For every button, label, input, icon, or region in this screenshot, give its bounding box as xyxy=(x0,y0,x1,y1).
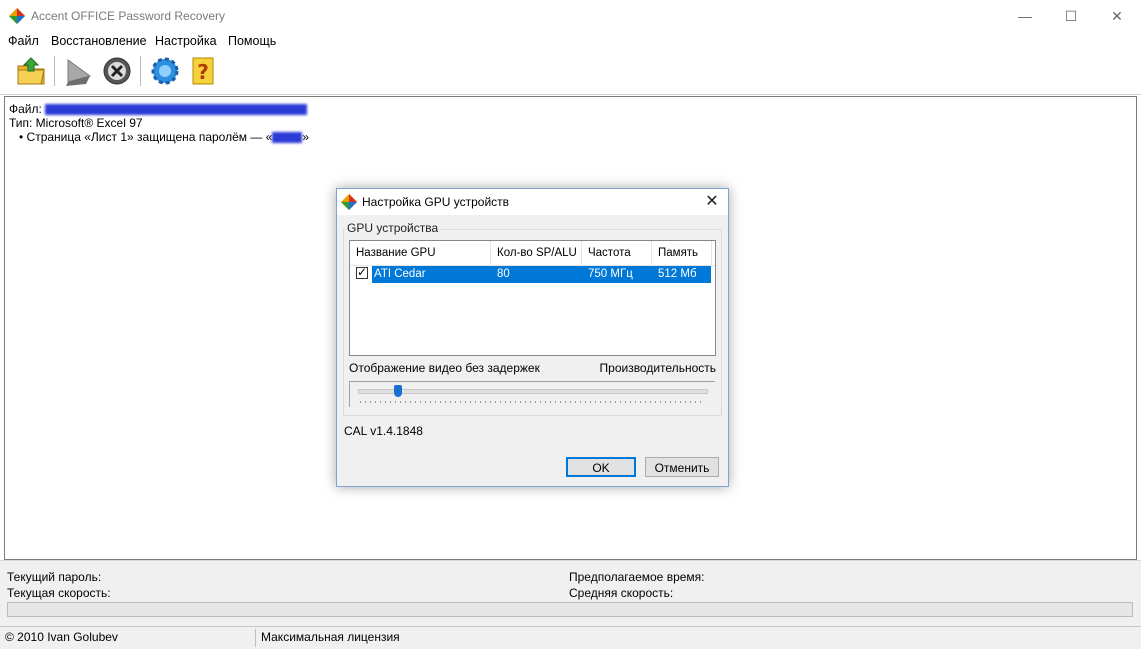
menu-bar: Файл Восстановление Настройка Помощь xyxy=(0,32,1141,50)
check-mark-icon: ✓ xyxy=(357,265,368,279)
window-title: Accent OFFICE Password Recovery xyxy=(31,9,226,23)
copyright-text: © 2010 Ivan Golubev xyxy=(5,630,118,644)
progress-bar xyxy=(7,602,1133,617)
slider-thumb[interactable] xyxy=(394,385,403,397)
toolbar-separator xyxy=(140,56,142,86)
open-folder-icon[interactable] xyxy=(14,54,48,88)
redacted-password xyxy=(272,132,303,144)
performance-slider[interactable] xyxy=(349,381,715,407)
column-sp-alu[interactable]: Кол-во SP/ALU xyxy=(491,241,582,265)
status-bar: © 2010 Ivan Golubev Максимальная лицензи… xyxy=(0,626,1141,649)
app-logo-icon xyxy=(9,8,25,24)
gpu-devices-group-label: GPU устройства xyxy=(345,221,441,235)
table-row[interactable]: ATI Cedar 80 750 МГц 512 Мб xyxy=(350,266,711,283)
dialog-close-button[interactable]: ✕ xyxy=(702,192,722,212)
redacted-file-path xyxy=(45,104,308,116)
column-frequency[interactable]: Частота xyxy=(582,241,652,265)
dialog-title-bar: Настройка GPU устройств ✕ xyxy=(337,189,728,215)
license-text: Максимальная лицензия xyxy=(261,630,400,644)
estimated-time-label: Предполагаемое время: xyxy=(569,570,705,584)
dialog-title: Настройка GPU устройств xyxy=(362,195,510,209)
gpu-name-cell: ATI Cedar xyxy=(374,268,426,280)
menu-help[interactable]: Помощь xyxy=(228,34,276,48)
slider-ticks xyxy=(360,401,704,403)
maximize-button[interactable]: ☐ xyxy=(1048,0,1094,32)
slider-left-label: Отображение видео без задержек xyxy=(349,361,540,375)
close-button[interactable]: ✕ xyxy=(1094,0,1140,32)
file-type-line: Тип: Microsoft® Excel 97 xyxy=(9,116,143,130)
gpu-memory-cell: 512 Мб xyxy=(658,268,697,280)
app-logo-icon xyxy=(341,194,357,210)
toolbar-separator xyxy=(54,56,56,86)
statusbar-divider xyxy=(255,629,256,647)
settings-gear-icon[interactable] xyxy=(148,54,182,88)
gpu-settings-dialog: Настройка GPU устройств ✕ GPU устройства… xyxy=(336,188,729,487)
sheet-protection-prefix: • Страница «Лист 1» защищена паролём — « xyxy=(19,130,273,144)
gpu-list-header: Название GPU Кол-во SP/ALU Частота Памят… xyxy=(350,241,715,266)
menu-settings[interactable]: Настройка xyxy=(155,34,217,48)
gpu-list[interactable]: Название GPU Кол-во SP/ALU Частота Памят… xyxy=(349,240,716,356)
play-icon[interactable] xyxy=(62,54,96,88)
current-speed-label: Текущая скорость: xyxy=(7,586,111,600)
svg-text:?: ? xyxy=(197,60,209,84)
cal-version: CAL v1.4.1848 xyxy=(344,424,423,438)
sheet-protection-line: • Страница «Лист 1» защищена паролём — «… xyxy=(19,130,309,144)
cancel-button[interactable]: Отменить xyxy=(645,457,719,477)
ok-button[interactable]: OK xyxy=(566,457,636,477)
gpu-enable-checkbox[interactable]: ✓ xyxy=(356,265,368,279)
file-line: Файл: xyxy=(9,102,308,116)
slider-right-label: Производительность xyxy=(599,361,716,375)
column-memory[interactable]: Память xyxy=(652,241,712,265)
sheet-protection-suffix: » xyxy=(302,130,310,144)
toolbar: ? xyxy=(0,50,1141,95)
column-gpu-name[interactable]: Название GPU xyxy=(350,241,491,265)
minimize-button[interactable]: — xyxy=(1002,0,1048,32)
gpu-frequency-cell: 750 МГц xyxy=(588,268,633,280)
average-speed-label: Средняя скорость: xyxy=(569,586,674,600)
file-label: Файл: xyxy=(9,102,42,116)
title-bar: Accent OFFICE Password Recovery — ☐ ✕ xyxy=(0,0,1141,32)
menu-recovery[interactable]: Восстановление xyxy=(51,34,147,48)
slider-track xyxy=(358,389,708,394)
gpu-sp-cell: 80 xyxy=(497,268,510,280)
stop-icon[interactable] xyxy=(100,54,134,88)
help-question-icon[interactable]: ? xyxy=(186,54,220,88)
menu-file[interactable]: Файл xyxy=(8,34,39,48)
current-password-label: Текущий пароль: xyxy=(7,570,102,584)
